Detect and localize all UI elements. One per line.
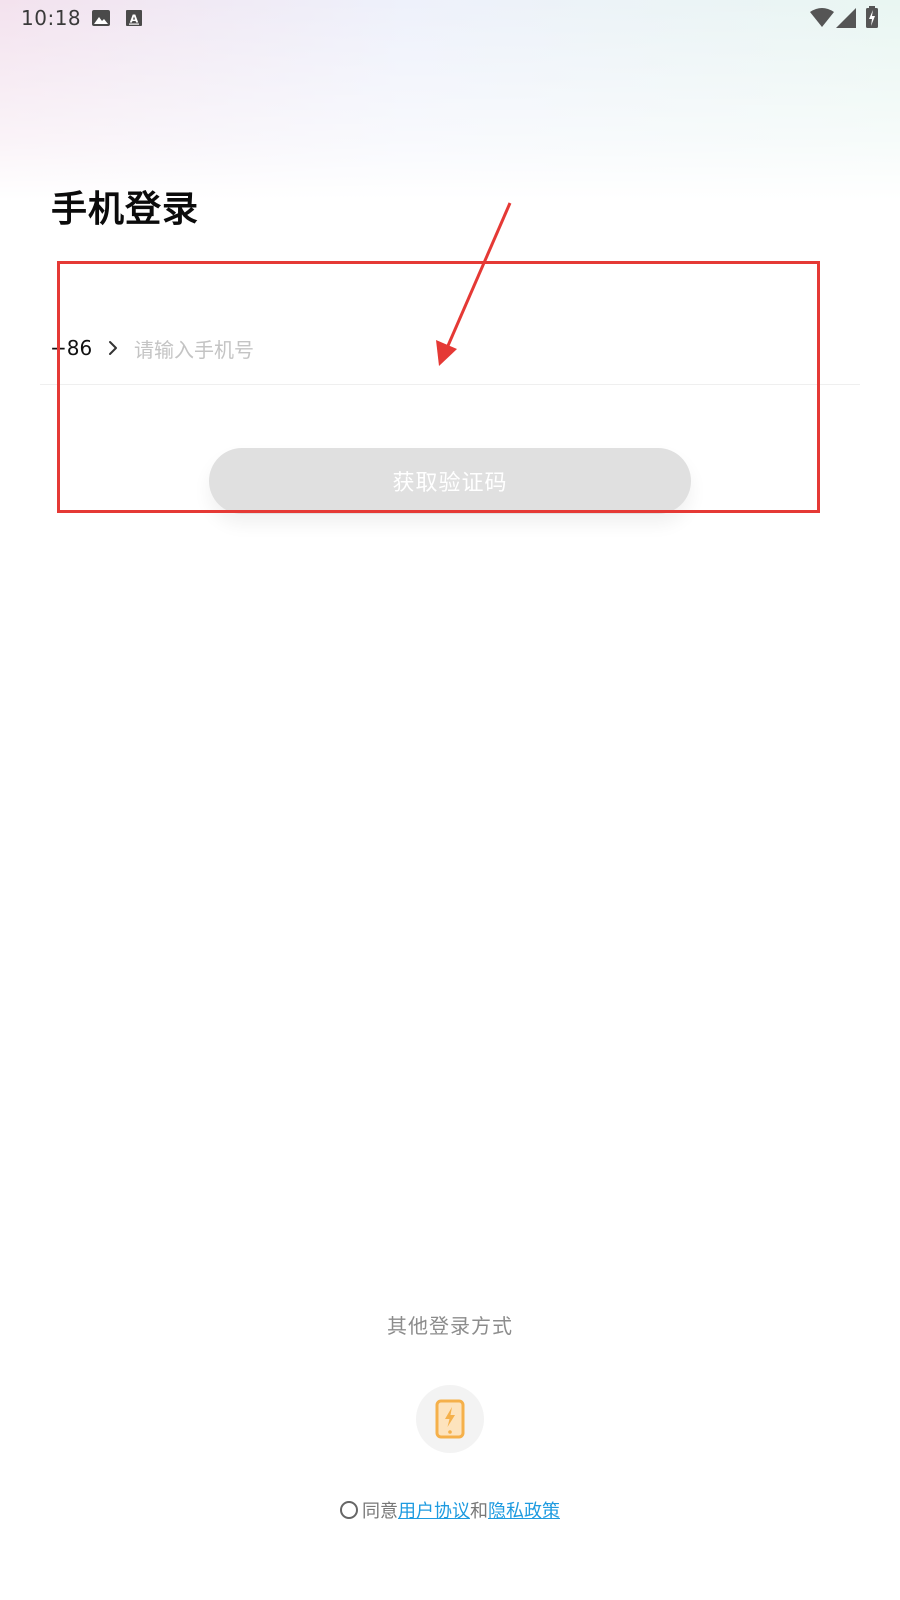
phone-input-row: +86: [40, 320, 860, 385]
agreement-prefix: 同意: [362, 1501, 398, 1522]
agreement-row: 同意 用户协议 和 隐私政策: [0, 1497, 900, 1523]
other-login-label: 其他登录方式: [387, 1314, 513, 1338]
agreement-conjunction: 和: [470, 1501, 488, 1522]
status-time: 10:18: [21, 6, 82, 30]
wifi-icon: [810, 8, 834, 27]
status-bar: 10:18 A: [0, 0, 900, 36]
image-icon: [92, 10, 110, 26]
font-icon: A: [126, 10, 142, 26]
phone-number-input[interactable]: [132, 330, 836, 370]
page-title: 手机登录: [51, 189, 200, 230]
phone-flash-icon: [435, 1399, 465, 1439]
phone-quick-login-button[interactable]: [416, 1385, 484, 1453]
privacy-policy-link[interactable]: 隐私政策: [488, 1497, 560, 1523]
get-verification-code-button[interactable]: 获取验证码: [209, 448, 691, 514]
signal-icon: [836, 8, 856, 28]
chevron-right-icon[interactable]: [106, 340, 120, 356]
user-agreement-link[interactable]: 用户协议: [398, 1497, 470, 1523]
country-code-selector[interactable]: +86: [50, 336, 92, 360]
battery-icon: [866, 6, 878, 28]
agree-checkbox[interactable]: [340, 1501, 358, 1519]
